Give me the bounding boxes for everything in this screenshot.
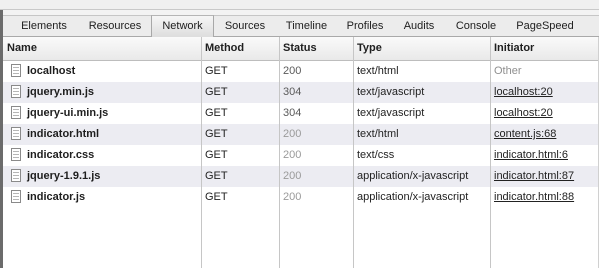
cell-type: text/javascript xyxy=(357,86,425,98)
request-name: jquery-ui.min.js xyxy=(27,107,109,119)
cell-status: 304 xyxy=(283,107,302,119)
request-name: jquery.min.js xyxy=(27,86,95,98)
request-name: indicator.html xyxy=(27,128,100,140)
cell-status: 200 xyxy=(283,170,302,182)
cell-type: application/x-javascript xyxy=(357,170,469,182)
request-name: localhost xyxy=(27,65,76,77)
cell-method: GET xyxy=(205,149,228,161)
cell-status: 200 xyxy=(283,191,302,203)
cell-method: GET xyxy=(205,170,228,182)
request-name: jquery-1.9.1.js xyxy=(27,170,101,182)
column-header-initiator[interactable]: Initiator xyxy=(490,37,599,60)
file-icon xyxy=(11,148,21,161)
request-name: indicator.js xyxy=(27,191,86,203)
file-icon xyxy=(11,106,21,119)
cell-initiator[interactable]: indicator.html:6 xyxy=(490,145,599,166)
column-divider[interactable] xyxy=(353,37,354,268)
cell-type: text/css xyxy=(357,149,395,161)
grid-header: Name Method Status Type Initiator xyxy=(3,37,599,61)
cell-method: GET xyxy=(205,128,228,140)
cell-status: 200 xyxy=(283,149,302,161)
cell-name: indicator.html xyxy=(3,124,201,145)
file-icon xyxy=(11,64,21,77)
cell-name: jquery-1.9.1.js xyxy=(3,166,201,187)
column-header-type[interactable]: Type xyxy=(353,37,490,60)
table-row[interactable]: jquery-ui.min.js GET 304 text/javascript loc… xyxy=(3,103,599,124)
column-divider[interactable] xyxy=(490,37,491,268)
column-header-method[interactable]: Method xyxy=(201,37,279,60)
table-row[interactable]: indicator.css GET 200 text/css indicator.htm… xyxy=(3,145,599,166)
tab-network[interactable]: Network xyxy=(151,15,214,38)
table-row[interactable]: indicator.html GET 200 text/html content.js:… xyxy=(3,124,599,145)
devtools-window: Elements Resources Network Sources Timel… xyxy=(0,0,599,268)
cell-name: jquery.min.js xyxy=(3,82,201,103)
tab-elements[interactable]: Elements xyxy=(8,16,80,37)
file-icon xyxy=(11,190,21,203)
cell-initiator[interactable]: content.js:68 xyxy=(490,124,599,145)
cell-type: application/x-javascript xyxy=(357,191,469,203)
tab-profiles[interactable]: Profiles xyxy=(337,16,393,37)
column-divider[interactable] xyxy=(201,37,202,268)
cell-initiator: Other xyxy=(494,65,522,77)
table-row[interactable]: jquery-1.9.1.js GET 200 application/x-javas… xyxy=(3,166,599,187)
cell-name: jquery-ui.min.js xyxy=(3,103,201,124)
table-row[interactable]: localhost GET 200 text/html Other xyxy=(3,61,599,82)
tab-console[interactable]: Console xyxy=(446,16,506,37)
network-grid: Name Method Status Type Initiator localh… xyxy=(3,37,599,268)
cell-method: GET xyxy=(205,86,228,98)
cell-type: text/html xyxy=(357,128,399,140)
cell-initiator[interactable]: indicator.html:87 xyxy=(490,166,599,187)
tab-timeline[interactable]: Timeline xyxy=(276,16,337,37)
cell-status: 200 xyxy=(283,128,302,140)
tab-pagespeed[interactable]: PageSpeed xyxy=(509,16,581,37)
cell-type: text/html xyxy=(357,65,399,77)
cell-initiator[interactable]: indicator.html:88 xyxy=(490,187,599,208)
column-header-status[interactable]: Status xyxy=(279,37,353,60)
request-name: indicator.css xyxy=(27,149,95,161)
top-strip xyxy=(0,0,599,10)
tab-audits[interactable]: Audits xyxy=(395,16,443,37)
cell-name: localhost xyxy=(3,61,201,82)
file-icon xyxy=(11,169,21,182)
cell-name: indicator.js xyxy=(3,187,201,208)
tab-resources[interactable]: Resources xyxy=(80,16,150,37)
cell-method: GET xyxy=(205,107,228,119)
file-icon xyxy=(11,127,21,140)
cell-type: text/javascript xyxy=(357,107,425,119)
cell-status: 304 xyxy=(283,86,302,98)
cell-method: GET xyxy=(205,65,228,77)
column-divider[interactable] xyxy=(279,37,280,268)
cell-method: GET xyxy=(205,191,228,203)
table-row[interactable]: indicator.js GET 200 application/x-javascri… xyxy=(3,187,599,208)
table-row[interactable]: jquery.min.js GET 304 text/javascript localh… xyxy=(3,82,599,103)
cell-initiator[interactable]: localhost:20 xyxy=(490,82,599,103)
file-icon xyxy=(11,85,21,98)
tab-sources[interactable]: Sources xyxy=(215,16,275,37)
panel-tabbar: Elements Resources Network Sources Timel… xyxy=(3,15,599,38)
cell-initiator[interactable]: localhost:20 xyxy=(490,103,599,124)
cell-status: 200 xyxy=(283,65,302,77)
column-header-name[interactable]: Name xyxy=(3,37,201,60)
cell-name: indicator.css xyxy=(3,145,201,166)
